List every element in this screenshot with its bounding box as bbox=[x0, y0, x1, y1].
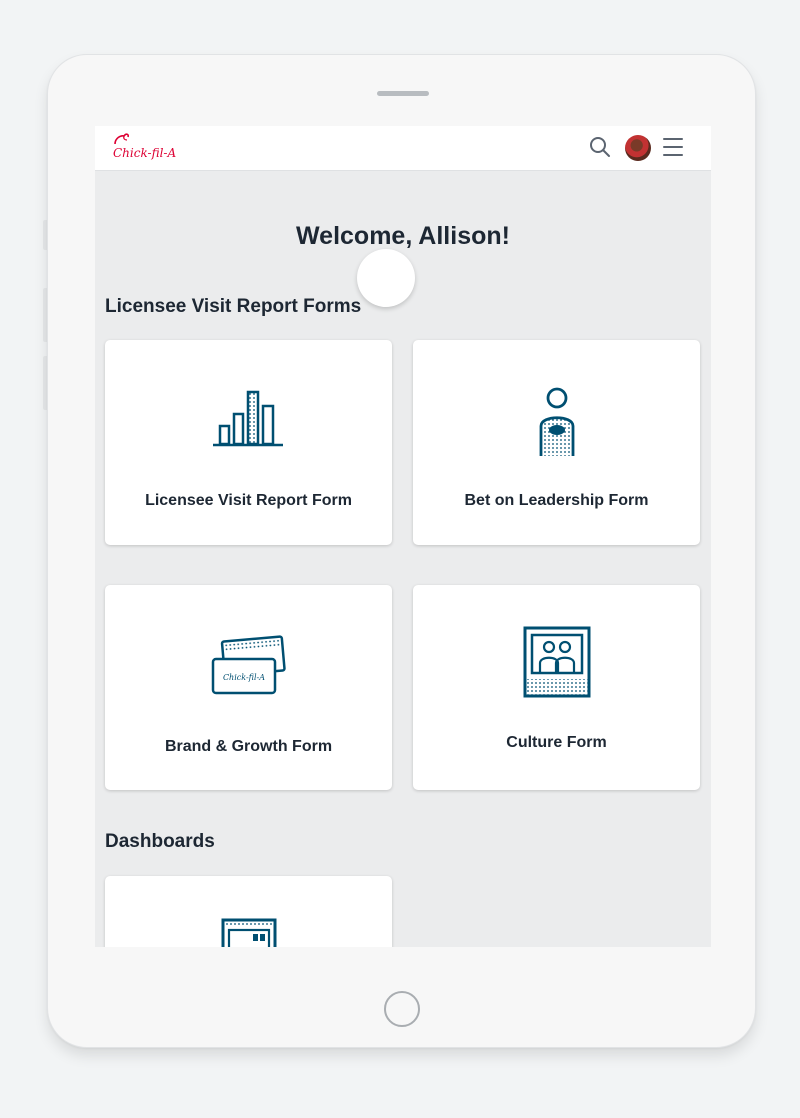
card-label: Bet on Leadership Form bbox=[464, 492, 649, 509]
culture-form-card[interactable]: Culture Form bbox=[413, 585, 700, 790]
brand-and-growth-form-card[interactable]: Chick-fil-A Brand & Growth Form bbox=[105, 585, 392, 790]
top-navigation-bar: Chick-fil-A bbox=[95, 126, 711, 171]
logo-wordmark: Chick-fil-A bbox=[113, 146, 177, 160]
home-button[interactable] bbox=[384, 991, 420, 1027]
tablet-speaker bbox=[377, 91, 429, 96]
hamburger-menu-icon[interactable] bbox=[663, 138, 683, 162]
picture-frame-icon bbox=[523, 626, 591, 698]
card-label: Culture Form bbox=[506, 734, 607, 751]
welcome-heading: Welcome, Allison! bbox=[296, 222, 510, 250]
forms-section-title: Licensee Visit Report Forms bbox=[105, 296, 362, 317]
dashboard-card[interactable] bbox=[105, 876, 392, 947]
dashboard-icon bbox=[221, 918, 277, 947]
chicken-logo-icon bbox=[114, 133, 129, 145]
bar-chart-icon bbox=[213, 390, 283, 447]
card-label: Brand & Growth Form bbox=[164, 738, 333, 755]
user-avatar[interactable] bbox=[625, 135, 651, 161]
person-icon bbox=[539, 387, 575, 456]
app-screen: Chick-fil-A Welcome, Allison! Licensee V… bbox=[95, 126, 711, 947]
gift-cards-icon: Chick-fil-A bbox=[211, 635, 286, 695]
svg-text:Chick-fil-A: Chick-fil-A bbox=[223, 673, 265, 682]
bet-on-leadership-form-card[interactable]: Bet on Leadership Form bbox=[413, 340, 700, 545]
dashboards-section-title: Dashboards bbox=[105, 831, 215, 852]
licensee-visit-report-form-card[interactable]: Licensee Visit Report Form bbox=[105, 340, 392, 545]
search-icon[interactable] bbox=[589, 136, 611, 158]
card-label: Licensee Visit Report Form bbox=[145, 492, 352, 509]
tablet-frame: Chick-fil-A Welcome, Allison! Licensee V… bbox=[47, 54, 756, 1048]
touch-indicator bbox=[357, 249, 415, 307]
